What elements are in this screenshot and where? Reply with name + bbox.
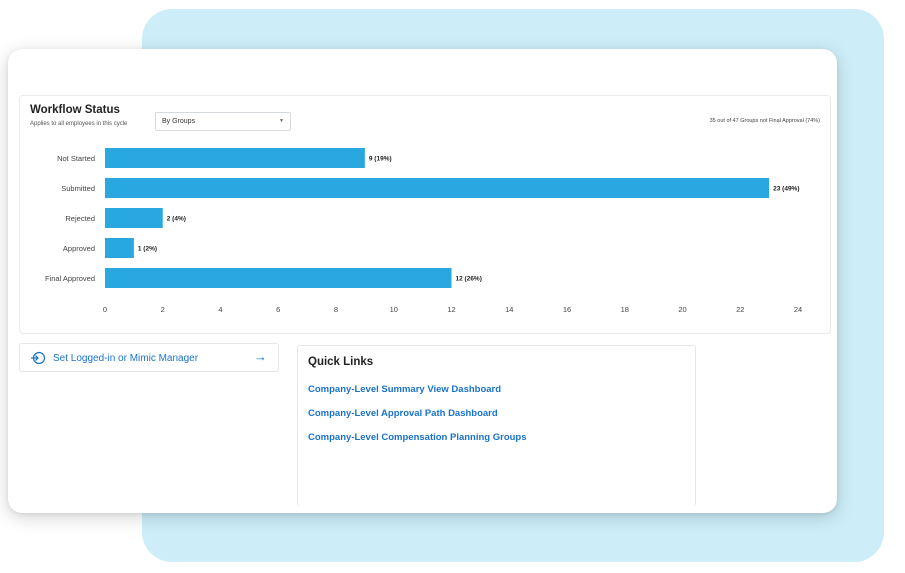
category-label: Approved — [63, 244, 95, 253]
category-label: Rejected — [65, 214, 95, 223]
dashboard-card: Not Started 9 (19%) Submitted 23 (49%) Rejec… — [8, 49, 837, 513]
quick-links-title: Quick Links — [308, 356, 374, 368]
x-tick-label: 0 — [103, 305, 107, 314]
category-label: Submitted — [61, 184, 95, 193]
data-label: 2 (4%) — [167, 216, 186, 223]
link-approval-path-dashboard[interactable]: Company-Level Approval Path Dashboard — [308, 408, 498, 419]
bar — [105, 208, 163, 228]
category-label: Not Started — [57, 154, 95, 163]
x-tick-label: 6 — [276, 305, 280, 314]
workflow-summary: 35 out of 47 Groups not Final Approval (… — [709, 118, 820, 124]
bar — [105, 178, 770, 198]
x-tick-label: 24 — [794, 305, 802, 314]
group-select-value: By Groups — [162, 118, 196, 125]
link-summary-view-dashboard[interactable]: Company-Level Summary View Dashboard — [308, 384, 501, 395]
x-tick-label: 14 — [505, 305, 513, 314]
workflow-subtitle: Applies to all employees in this cycle — [30, 121, 128, 127]
data-label: 1 (2%) — [138, 246, 157, 253]
link-compensation-planning-groups[interactable]: Company-Level Compensation Planning Grou… — [308, 432, 527, 443]
data-label: 12 (26%) — [456, 276, 482, 283]
workflow-status-panel: Not Started 9 (19%) Submitted 23 (49%) Rejec… — [19, 95, 831, 334]
data-label: 9 (19%) — [369, 156, 392, 163]
bar — [105, 268, 452, 288]
quick-links-panel: Quick Links Company-Level Summary View D… — [297, 345, 696, 506]
x-tick-label: 8 — [334, 305, 338, 314]
login-icon — [31, 351, 46, 365]
x-tick-label: 12 — [447, 305, 455, 314]
x-tick-label: 18 — [621, 305, 629, 314]
chevron-down-icon: ▼ — [279, 118, 284, 124]
group-select[interactable]: By Groups ▼ — [155, 112, 291, 131]
category-label: Final Approved — [45, 274, 95, 283]
mimic-manager-label: Set Logged-in or Mimic Manager — [53, 353, 199, 364]
data-label: 23 (49%) — [773, 186, 799, 193]
x-tick-label: 16 — [563, 305, 571, 314]
bar — [105, 148, 365, 168]
x-tick-label: 20 — [678, 305, 686, 314]
workflow-chart: Not Started 9 (19%) Submitted 23 (49%) Rejec… — [45, 148, 802, 314]
x-tick-label: 4 — [218, 305, 222, 314]
x-tick-label: 2 — [161, 305, 165, 314]
workflow-title: Workflow Status — [30, 104, 120, 116]
arrow-right-icon: → — [254, 349, 267, 364]
mimic-manager-button[interactable]: Set Logged-in or Mimic Manager → — [19, 343, 279, 372]
bar — [105, 238, 134, 258]
x-tick-label: 10 — [390, 305, 398, 314]
x-tick-label: 22 — [736, 305, 744, 314]
